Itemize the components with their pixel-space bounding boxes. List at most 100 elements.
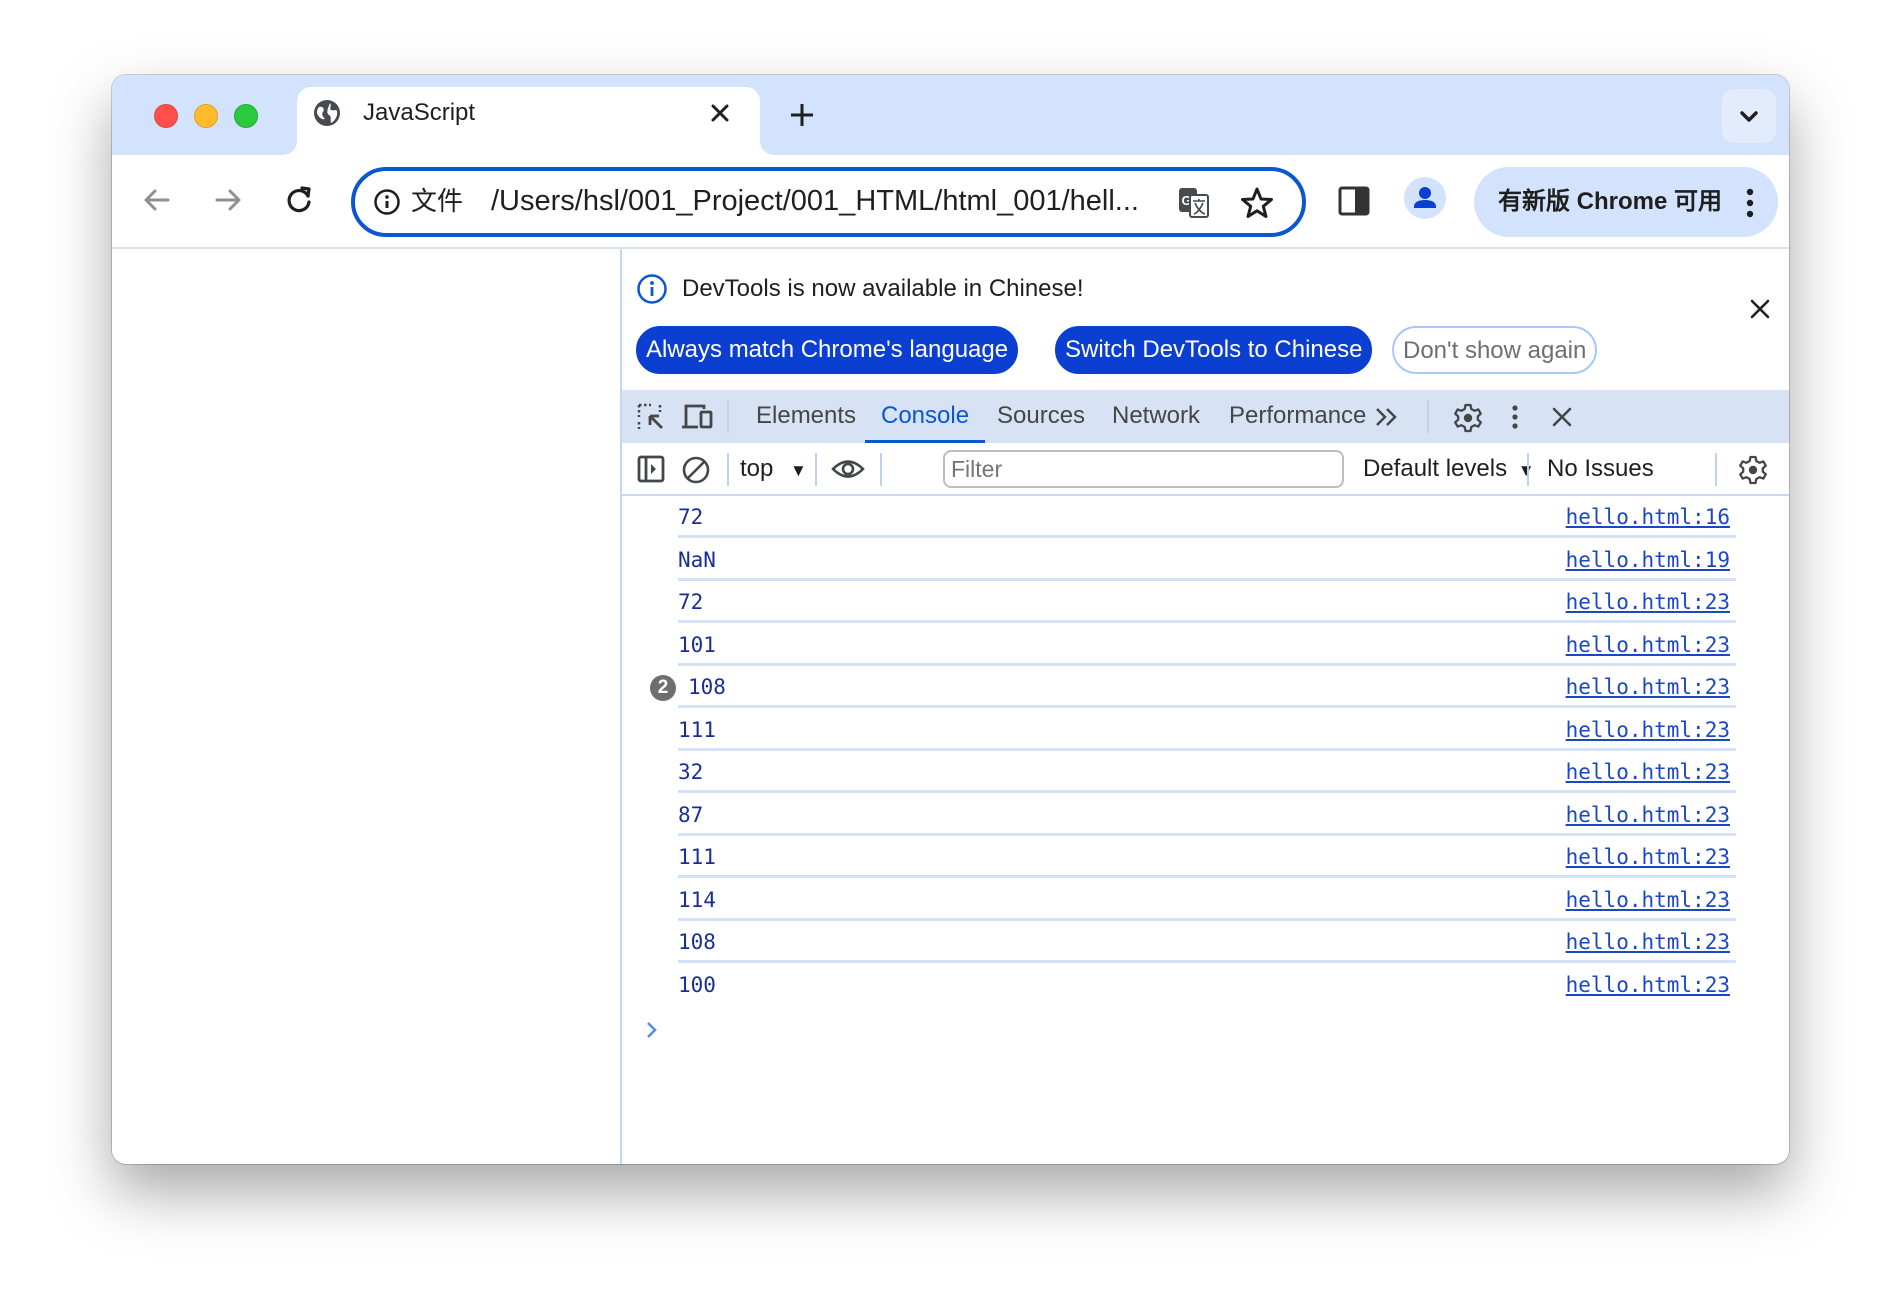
tab-strip: JavaScript xyxy=(112,75,1789,167)
update-label: 有新版 Chrome 可用 xyxy=(1498,188,1723,215)
switch-to-chinese-button[interactable]: Switch DevTools to Chinese xyxy=(1055,326,1373,374)
console-message-row: 72 hello.html:16 xyxy=(678,496,1736,538)
language-infobar: DevTools is now available in Chinese! Al… xyxy=(622,249,1789,390)
console-message-value: 108 xyxy=(688,675,726,699)
issues-counter[interactable]: No Issues xyxy=(1547,451,1654,487)
side-panel-button[interactable] xyxy=(1334,181,1374,221)
console-message-value: 108 xyxy=(678,930,716,954)
info-icon[interactable] xyxy=(373,188,401,216)
repeat-count-badge: 2 xyxy=(650,675,676,701)
console-message-row: NaN hello.html:19 xyxy=(678,539,1736,581)
page-viewport xyxy=(112,249,620,1164)
console-message-value: 87 xyxy=(678,802,704,827)
devtools-tab-bar: Elements Console Sources Network Perform… xyxy=(622,390,1789,443)
context-value: top xyxy=(740,455,774,482)
tab-sources[interactable]: Sources xyxy=(997,390,1085,443)
console-message-row: 32 hello.html:23 xyxy=(678,751,1736,793)
source-link[interactable]: hello.html:23 xyxy=(1566,970,1730,1000)
source-link[interactable]: hello.html:23 xyxy=(1566,842,1730,872)
settings-gear-icon[interactable] xyxy=(1452,402,1482,433)
console-message-row: 72 hello.html:23 xyxy=(678,581,1736,623)
source-link[interactable]: hello.html:23 xyxy=(1566,630,1730,660)
source-link[interactable]: hello.html:23 xyxy=(1566,757,1730,787)
source-link[interactable]: hello.html:23 xyxy=(1566,800,1730,830)
tab-performance[interactable]: Performance xyxy=(1229,390,1366,443)
close-window-button[interactable] xyxy=(154,104,178,128)
console-settings-gear-icon[interactable] xyxy=(1737,454,1767,485)
close-devtools-icon[interactable] xyxy=(1547,402,1577,432)
url-text[interactable]: /Users/hsl/001_Project/001_HTML/html_001… xyxy=(491,183,1139,219)
triangle-down-icon: ▼ xyxy=(790,461,807,480)
more-tabs-icon[interactable] xyxy=(1372,402,1402,432)
browser-window: JavaScript 文件 /Users/hsl/001_Project/001… xyxy=(112,75,1789,1164)
tab-search-button[interactable] xyxy=(1722,89,1776,143)
globe-icon xyxy=(313,99,341,127)
person-icon xyxy=(1414,187,1436,208)
back-button[interactable] xyxy=(132,175,182,225)
source-link[interactable]: hello.html:23 xyxy=(1566,927,1730,957)
tab-network[interactable]: Network xyxy=(1112,390,1200,443)
maximize-window-button[interactable] xyxy=(234,104,258,128)
console-message-row: 114 hello.html:23 xyxy=(678,879,1736,921)
console-message-value: 111 xyxy=(678,717,716,742)
inspect-element-icon[interactable] xyxy=(636,402,666,432)
console-message-row: 108 hello.html:23 xyxy=(678,921,1736,963)
console-prompt-chevron-icon[interactable] xyxy=(642,1018,662,1042)
close-icon xyxy=(711,104,729,122)
console-message-value: 72 xyxy=(678,590,704,614)
source-link[interactable]: hello.html:23 xyxy=(1566,715,1730,745)
more-options-icon[interactable] xyxy=(1500,402,1530,432)
live-expression-eye-icon[interactable] xyxy=(830,454,865,484)
tab-close-button[interactable] xyxy=(702,95,738,131)
translate-icon[interactable]: G xyxy=(1177,186,1211,220)
source-link[interactable]: hello.html:23 xyxy=(1566,587,1730,617)
browser-toolbar: 文件 /Users/hsl/001_Project/001_HTML/html_… xyxy=(112,155,1789,249)
console-message-row: 111 hello.html:23 xyxy=(678,709,1736,751)
reload-button[interactable] xyxy=(274,175,324,225)
sidebar-toggle-icon[interactable] xyxy=(636,454,666,484)
tab-title: JavaScript xyxy=(363,99,476,126)
source-link[interactable]: hello.html:23 xyxy=(1566,885,1730,915)
new-tab-button[interactable] xyxy=(782,95,822,135)
address-bar[interactable]: 文件 /Users/hsl/001_Project/001_HTML/html_… xyxy=(351,167,1306,237)
filter-input-container[interactable] xyxy=(943,450,1344,488)
more-vert-icon[interactable] xyxy=(1742,185,1758,221)
console-message-row: 2 108 hello.html:23 xyxy=(650,666,1736,708)
console-message-value: NaN xyxy=(678,547,716,572)
console-message-value: 72 xyxy=(678,505,704,529)
levels-label: Default levels xyxy=(1363,455,1508,482)
dont-show-again-button[interactable]: Don't show again xyxy=(1392,326,1598,374)
forward-button[interactable] xyxy=(203,175,253,225)
source-link[interactable]: hello.html:19 xyxy=(1566,545,1730,575)
profile-button[interactable] xyxy=(1404,177,1446,219)
filter-input[interactable] xyxy=(945,452,1342,486)
log-levels-dropdown[interactable]: Default levels ▼ xyxy=(1363,451,1535,489)
infobar-close-button[interactable] xyxy=(1742,291,1778,327)
chrome-update-button[interactable]: 有新版 Chrome 可用 xyxy=(1474,167,1778,237)
arrow-left-icon xyxy=(144,189,170,211)
console-toolbar: top ▼ Default levels ▼ No Issues xyxy=(622,443,1789,496)
context-selector[interactable]: top ▼ xyxy=(740,451,807,489)
console-message-value: 100 xyxy=(678,972,716,997)
console-message-row: 111 hello.html:23 xyxy=(678,836,1736,878)
tab-console[interactable]: Console xyxy=(864,390,986,443)
clear-console-icon[interactable] xyxy=(680,454,710,484)
console-message-value: 111 xyxy=(678,845,716,869)
star-icon[interactable] xyxy=(1239,185,1275,221)
chevron-down-icon xyxy=(1740,111,1758,122)
source-link[interactable]: hello.html:16 xyxy=(1566,502,1730,532)
infobar-message: DevTools is now available in Chinese! xyxy=(682,275,1084,302)
console-message-row: 87 hello.html:23 xyxy=(678,794,1736,836)
scheme-label: 文件 xyxy=(411,186,464,216)
arrow-right-icon xyxy=(215,189,241,211)
plus-icon xyxy=(791,104,813,126)
side-panel-icon xyxy=(1338,186,1370,216)
console-message-row: 100 hello.html:23 xyxy=(678,964,1736,1006)
devtools-panel: DevTools is now available in Chinese! Al… xyxy=(620,249,1789,1164)
always-match-language-button[interactable]: Always match Chrome's language xyxy=(636,326,1019,374)
tab-elements[interactable]: Elements xyxy=(756,390,856,443)
source-link[interactable]: hello.html:23 xyxy=(1566,672,1730,702)
device-toolbar-icon[interactable] xyxy=(680,402,713,432)
console-message-value: 114 xyxy=(678,887,716,912)
minimize-window-button[interactable] xyxy=(194,104,218,128)
